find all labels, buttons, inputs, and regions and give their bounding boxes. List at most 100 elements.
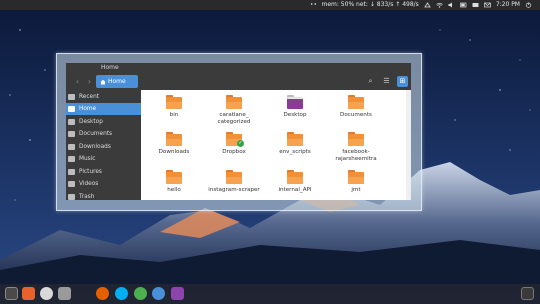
download-icon [68,143,75,150]
store-icon[interactable] [22,287,35,300]
sidebar-item-trash[interactable]: Trash [66,191,141,201]
mail-icon[interactable] [483,2,491,8]
list-view-button[interactable]: ☰ [381,76,392,87]
dock [0,284,540,304]
skype-icon[interactable] [115,287,128,300]
mail-app-icon[interactable] [171,287,184,300]
firefox-icon[interactable] [96,287,109,300]
titlebar[interactable]: Home [66,63,411,73]
file-label: Downloads [158,149,190,155]
disk-icon[interactable] [58,287,71,300]
folder-icon [287,132,303,146]
folder-icon [166,95,182,109]
dropbox-folder-icon: ✓ [226,132,244,147]
home-icon [100,79,106,84]
folder-icon [226,95,242,109]
check-icon: ✓ [237,140,244,147]
desktop-folder-icon [287,95,303,109]
file-item-bin[interactable]: bin [144,95,204,119]
sidebar-item-label: Downloads [79,143,111,150]
dropbox-icon[interactable] [310,2,317,8]
sidebar: Recent Home Desktop Documents Downloads … [66,90,141,200]
indicator-area: mem: 50% net: ↓ 833/s ↑ 498/s 7:20 PM [310,0,533,10]
file-label: internal_API [278,187,312,193]
sidebar-item-pictures[interactable]: Pictures [66,166,141,178]
toolbar: ‹ › Home ⌕ ☰ ⊞ [66,73,411,90]
desktop-icon [68,118,75,125]
document-icon [68,131,75,137]
sidebar-item-videos[interactable]: Videos [66,178,141,190]
file-label: caratlane_ categorized [217,112,251,125]
sidebar-item-label: Recent [79,94,100,100]
trash-dock-icon[interactable] [521,287,534,300]
grid-view-button[interactable]: ⊞ [397,76,408,87]
file-item-hello[interactable]: hello [144,170,204,194]
files-icon[interactable] [5,287,18,300]
clock[interactable]: 7:20 PM [496,0,520,10]
forward-button[interactable]: › [84,76,95,87]
sidebar-item-label: Trash [79,193,95,200]
scrollbar[interactable] [406,90,411,200]
system-monitor-text[interactable]: mem: 50% net: ↓ 833/s ↑ 498/s [322,0,419,10]
top-panel: mem: 50% net: ↓ 833/s ↑ 498/s 7:20 PM [0,0,540,10]
back-button[interactable]: ‹ [72,76,83,87]
sidebar-item-music[interactable]: Music [66,153,141,165]
sidebar-item-label: Pictures [79,168,102,175]
home-icon [68,106,75,112]
chrome-icon[interactable] [134,287,147,300]
window-title: Home [101,64,119,71]
documents-folder-icon [348,95,364,109]
file-label: facebook- rajarsheemitra [335,149,377,162]
sidebar-item-label: Videos [79,181,99,187]
file-item-env-scripts[interactable]: env_scripts [265,132,325,156]
settings-icon[interactable] [40,287,53,300]
sidebar-item-downloads[interactable]: Downloads [66,141,141,153]
file-item-desktop[interactable]: Desktop [265,95,325,119]
file-item-documents[interactable]: Documents [326,95,386,119]
sidebar-item-label: Home [79,106,97,112]
file-item-internal-api[interactable]: internal_API [265,170,325,194]
file-item-facebook[interactable]: facebook- rajarsheemitra [326,132,386,162]
file-label: hello [167,187,181,193]
file-label: instagram-scraper [208,187,260,193]
path-button-home[interactable]: Home [96,75,138,88]
sidebar-item-label: Desktop [79,118,103,125]
folder-icon [166,170,182,184]
sidebar-item-desktop[interactable]: Desktop [66,116,141,128]
file-label: Dropbox [222,149,246,155]
file-item-dropbox[interactable]: ✓ Dropbox [204,132,264,156]
trash-icon [68,193,75,200]
file-item-jmt[interactable]: jmt [326,170,386,194]
chromium-icon[interactable] [152,287,165,300]
search-button[interactable]: ⌕ [365,76,376,87]
power-icon[interactable] [525,2,532,8]
clock-icon [68,94,75,100]
sidebar-item-home[interactable]: Home [66,103,141,115]
file-item-caratlane[interactable]: caratlane_ categorized [204,95,264,125]
file-manager-window: Home ‹ › Home ⌕ ☰ ⊞ Recent Home Desktop … [66,63,411,200]
downloads-folder-icon [166,132,182,146]
picture-icon [68,168,75,175]
file-label: Documents [340,112,372,118]
keyboard-icon[interactable] [472,2,479,8]
file-item-instagram-scraper[interactable]: instagram-scraper [204,170,264,194]
battery-icon[interactable] [459,2,467,8]
file-label: env_scripts [279,149,311,155]
path-button-label: Home [108,78,126,85]
file-label: jmt [351,187,361,193]
sidebar-item-documents[interactable]: Documents [66,128,141,140]
folder-icon [348,132,364,146]
file-item-downloads[interactable]: Downloads [144,132,204,156]
file-label: Desktop [283,112,307,118]
folder-icon [348,170,364,184]
file-label: bin [169,112,179,118]
network-icon[interactable] [424,2,431,8]
sidebar-item-label: Documents [79,131,113,137]
video-icon [68,181,75,187]
folder-icon [226,170,242,184]
volume-icon[interactable] [448,2,455,8]
wifi-icon[interactable] [436,2,443,8]
music-icon [68,156,75,162]
sidebar-item-recent[interactable]: Recent [66,91,141,103]
file-grid: bin caratlane_ categorized Desktop Docum… [141,90,406,200]
